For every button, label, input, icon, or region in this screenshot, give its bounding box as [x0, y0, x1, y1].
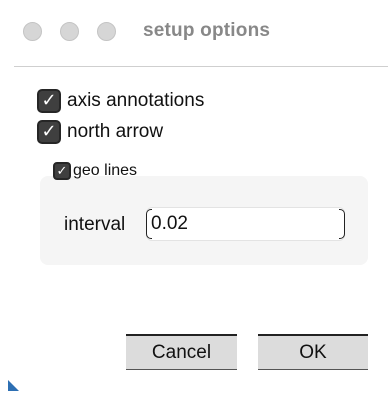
checkmark-icon: ✓ — [41, 90, 57, 111]
setup-options-window: setup options ✓ axis annotations ✓ north… — [0, 0, 388, 395]
geo-lines-checkbox[interactable]: ✓ — [53, 162, 71, 180]
checkmark-icon: ✓ — [56, 163, 68, 179]
input-focus-bracket-left — [146, 209, 152, 239]
geo-lines-label: geo lines — [73, 162, 138, 179]
window-title: setup options — [143, 20, 271, 41]
north-arrow-label: north arrow — [67, 121, 164, 142]
zoom-window-button[interactable] — [97, 22, 116, 41]
checkmark-icon: ✓ — [41, 121, 57, 142]
axis-annotations-checkbox[interactable]: ✓ — [37, 89, 61, 113]
north-arrow-option[interactable]: ✓ north arrow — [37, 120, 163, 144]
ok-button[interactable]: OK — [258, 334, 368, 370]
north-arrow-checkbox[interactable]: ✓ — [37, 120, 61, 144]
minimize-window-button[interactable] — [60, 22, 79, 41]
close-window-button[interactable] — [23, 22, 42, 41]
corner-accent-bottom — [8, 380, 19, 391]
input-focus-bracket-right — [339, 209, 345, 239]
geo-lines-option[interactable]: ✓ geo lines — [53, 162, 137, 180]
axis-annotations-option[interactable]: ✓ axis annotations — [37, 89, 204, 113]
axis-annotations-label: axis annotations — [67, 90, 205, 111]
title-divider — [14, 66, 388, 67]
interval-label: interval — [64, 214, 126, 235]
cancel-button[interactable]: Cancel — [126, 334, 237, 370]
title-bar: setup options — [0, 0, 388, 62]
interval-input[interactable] — [146, 207, 345, 241]
